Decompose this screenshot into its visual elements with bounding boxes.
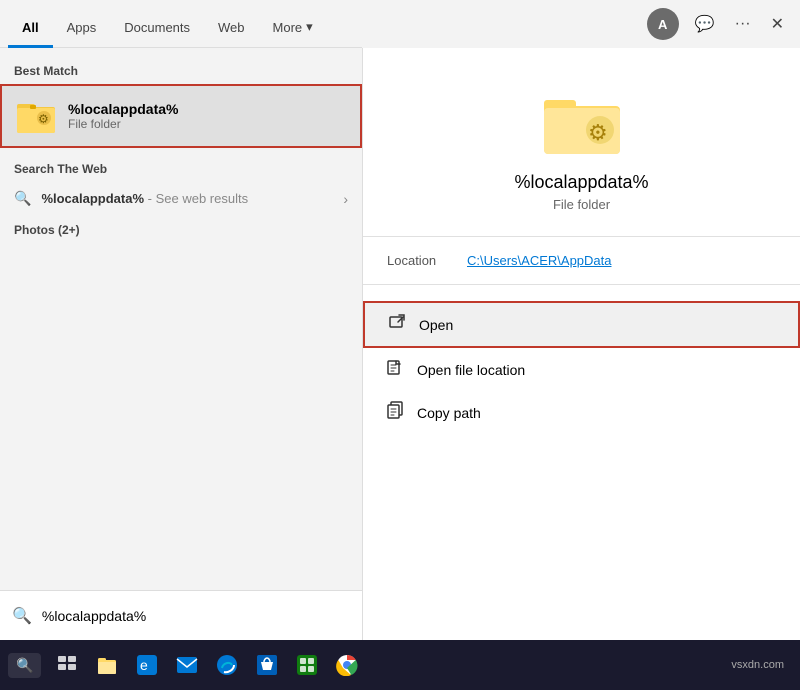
best-match-info: %localappdata% File folder <box>68 101 178 131</box>
open-icon <box>389 313 407 336</box>
store-icon[interactable] <box>249 647 285 683</box>
search-icon: 🔍 <box>14 190 31 207</box>
copy-path-label: Copy path <box>417 405 481 421</box>
avatar-button[interactable]: A <box>647 8 679 40</box>
file-location-icon <box>387 358 405 381</box>
taskbar-attribution: vsxdn.com <box>731 659 784 671</box>
tab-all[interactable]: All <box>8 8 53 47</box>
best-match-label: Best match <box>0 60 362 84</box>
svg-text:⚙: ⚙ <box>588 120 608 145</box>
search-input[interactable] <box>42 608 350 624</box>
detail-divider-2 <box>363 284 800 285</box>
tab-apps[interactable]: Apps <box>53 8 111 47</box>
tab-web[interactable]: Web <box>204 8 259 47</box>
close-icon: ✕ <box>771 14 784 34</box>
browser-icon[interactable]: e <box>129 647 165 683</box>
detail-folder-icon: ⚙ <box>542 88 622 156</box>
header-controls: A 💬 ··· ✕ <box>362 0 800 48</box>
open-button[interactable]: Open <box>363 301 800 348</box>
open-file-location-label: Open file location <box>417 362 525 378</box>
detail-title: %localappdata% <box>514 172 648 193</box>
chat-icon-button[interactable]: 💬 <box>691 10 719 38</box>
detail-meta: Location C:\Users\ACER\AppData <box>363 253 800 268</box>
search-box-container: 🔍 <box>0 590 362 640</box>
open-label: Open <box>419 317 453 333</box>
xbox-icon[interactable] <box>289 647 325 683</box>
taskbar: 🔍 e <box>0 640 800 690</box>
detail-subtitle: File folder <box>553 197 610 212</box>
close-button[interactable]: ✕ <box>767 10 788 38</box>
detail-actions: Open Open file location Copy path <box>363 301 800 434</box>
folder-icon: ⚙ <box>16 96 56 136</box>
mail-icon[interactable] <box>169 647 205 683</box>
taskbar-search-area[interactable]: 🔍 <box>8 653 41 678</box>
open-file-location-button[interactable]: Open file location <box>363 348 800 391</box>
search-panel: All Apps Documents Web More ▾ Best match… <box>0 0 362 640</box>
search-box-icon: 🔍 <box>12 606 32 626</box>
location-value[interactable]: C:\Users\ACER\AppData <box>467 253 612 268</box>
best-match-item[interactable]: ⚙ %localappdata% File folder <box>0 84 362 148</box>
edge-icon[interactable] <box>209 647 245 683</box>
ellipsis-icon: ··· <box>735 15 751 33</box>
search-results: Best match ⚙ %localappdata% File folder … <box>0 48 362 640</box>
taskbar-search-icon: 🔍 <box>16 657 33 674</box>
web-section-label: Search the web <box>0 158 362 182</box>
web-search-item[interactable]: 🔍 %localappdata% - See web results › <box>0 182 362 215</box>
detail-panel: ⚙ %localappdata% File folder Location C:… <box>362 48 800 688</box>
svg-text:e: e <box>140 657 148 673</box>
more-options-button[interactable]: ··· <box>731 11 755 37</box>
arrow-right-icon: › <box>343 191 348 207</box>
web-search-text: %localappdata% - See web results <box>41 191 248 206</box>
detail-divider <box>363 236 800 237</box>
chrome-icon[interactable] <box>329 647 365 683</box>
location-label: Location <box>387 253 467 268</box>
svg-text:⚙: ⚙ <box>38 112 49 126</box>
copy-icon <box>387 401 405 424</box>
tab-more[interactable]: More ▾ <box>259 7 327 47</box>
tabs-bar: All Apps Documents Web More ▾ <box>0 0 362 48</box>
copy-path-button[interactable]: Copy path <box>363 391 800 434</box>
best-match-title: %localappdata% <box>68 101 178 117</box>
best-match-subtitle: File folder <box>68 117 178 131</box>
file-explorer-icon[interactable] <box>89 647 125 683</box>
photos-label: Photos (2+) <box>0 215 362 241</box>
tab-documents[interactable]: Documents <box>110 8 204 47</box>
task-view-icon[interactable] <box>49 647 85 683</box>
chevron-down-icon: ▾ <box>306 19 313 35</box>
chat-icon: 💬 <box>695 14 715 34</box>
